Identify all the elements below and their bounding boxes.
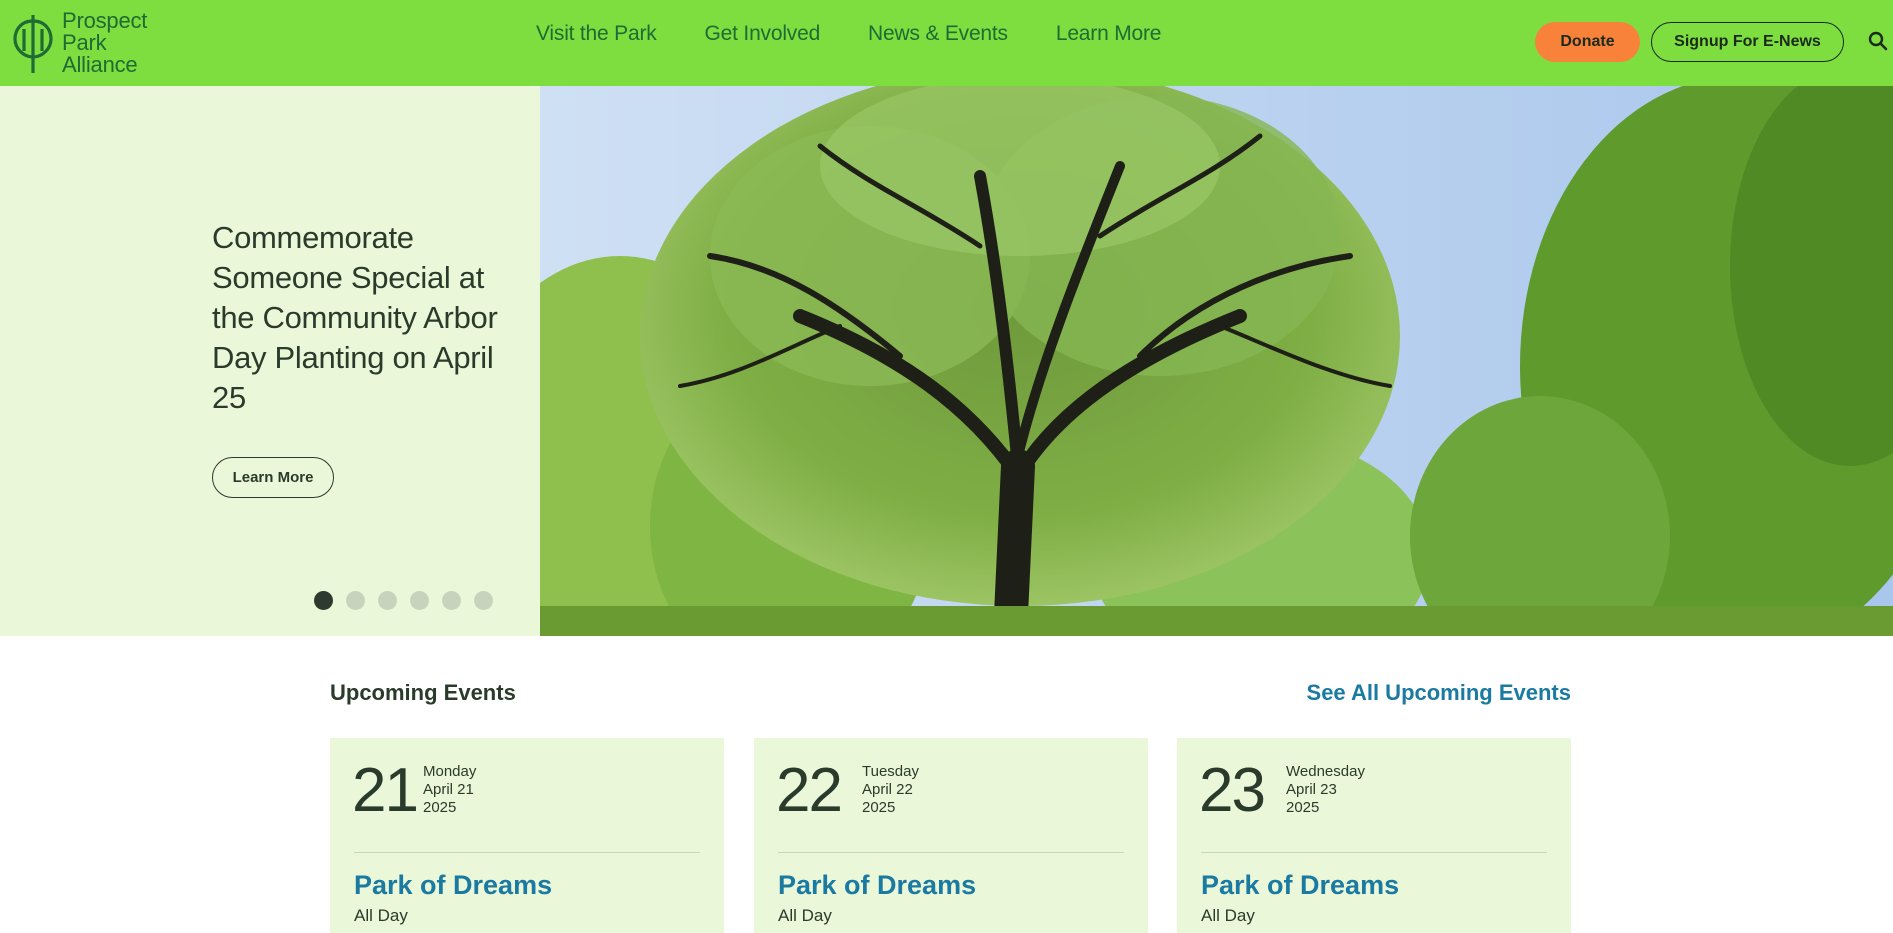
nav-learn-more[interactable]: Learn More <box>1056 22 1162 46</box>
event-year: 2025 <box>862 799 896 816</box>
event-day-number: 22 <box>776 756 843 825</box>
nav-get-involved[interactable]: Get Involved <box>705 22 821 46</box>
event-year: 2025 <box>423 799 457 816</box>
search-icon[interactable] <box>1868 31 1888 51</box>
donate-button[interactable]: Donate <box>1535 22 1640 62</box>
event-year: 2025 <box>1286 799 1320 816</box>
event-date-meta: Monday April 21 2025 <box>423 763 476 817</box>
event-weekday: Wednesday <box>1286 763 1365 780</box>
event-card[interactable]: 22 Tuesday April 22 2025 Park of Dreams … <box>754 738 1148 933</box>
carousel-dot-2[interactable] <box>346 591 365 610</box>
hero-carousel: Commemorate Someone Special at the Commu… <box>0 86 1893 636</box>
hero-tree-image <box>540 86 1893 636</box>
event-weekday: Monday <box>423 763 477 780</box>
carousel-dot-4[interactable] <box>410 591 429 610</box>
event-month-day: April 23 <box>1286 781 1337 798</box>
event-time: All Day <box>1201 906 1255 925</box>
hero-title: Commemorate Someone Special at the Commu… <box>212 220 498 415</box>
event-date-meta: Wednesday April 23 2025 <box>1286 763 1365 817</box>
event-time: All Day <box>354 906 408 925</box>
event-divider <box>354 852 700 853</box>
see-all-events-link[interactable]: See All Upcoming Events <box>1307 680 1571 706</box>
logo-wordmark: Prospect Park Alliance <box>62 10 147 76</box>
carousel-dots <box>314 591 493 610</box>
event-weekday: Tuesday <box>862 763 919 780</box>
hero-text-panel: Commemorate Someone Special at the Commu… <box>0 86 540 636</box>
site-header: Prospect Park Alliance Visit the Park Ge… <box>0 0 1893 86</box>
event-divider <box>778 852 1124 853</box>
event-title-link[interactable]: Park of Dreams <box>354 870 552 901</box>
event-day-number: 21 <box>352 756 419 825</box>
logo-line-2: Park <box>62 30 107 55</box>
event-time: All Day <box>778 906 832 925</box>
event-title-link[interactable]: Park of Dreams <box>1201 870 1399 901</box>
event-day-number: 23 <box>1199 756 1266 825</box>
event-title-link[interactable]: Park of Dreams <box>778 870 976 901</box>
carousel-dot-6[interactable] <box>474 591 493 610</box>
event-card[interactable]: 23 Wednesday April 23 2025 Park of Dream… <box>1177 738 1571 933</box>
park-logo-icon <box>13 15 53 73</box>
main-nav: Visit the Park Get Involved News & Event… <box>536 22 1161 46</box>
event-month-day: April 22 <box>862 781 913 798</box>
event-card[interactable]: 21 Monday April 21 2025 Park of Dreams A… <box>330 738 724 933</box>
nav-visit-the-park[interactable]: Visit the Park <box>536 22 657 46</box>
upcoming-events-heading: Upcoming Events <box>330 680 516 705</box>
event-month-day: April 21 <box>423 781 474 798</box>
event-divider <box>1201 852 1547 853</box>
logo-line-1: Prospect <box>62 8 148 33</box>
logo-line-3: Alliance <box>62 52 138 77</box>
carousel-dot-5[interactable] <box>442 591 461 610</box>
carousel-dot-1[interactable] <box>314 591 333 610</box>
signup-enews-button[interactable]: Signup For E-News <box>1651 22 1844 62</box>
site-logo[interactable]: Prospect Park Alliance <box>12 8 147 78</box>
event-date-meta: Tuesday April 22 2025 <box>862 763 919 817</box>
hero-learn-more-button[interactable]: Learn More <box>212 457 334 498</box>
nav-news-events[interactable]: News & Events <box>868 22 1008 46</box>
carousel-dot-3[interactable] <box>378 591 397 610</box>
